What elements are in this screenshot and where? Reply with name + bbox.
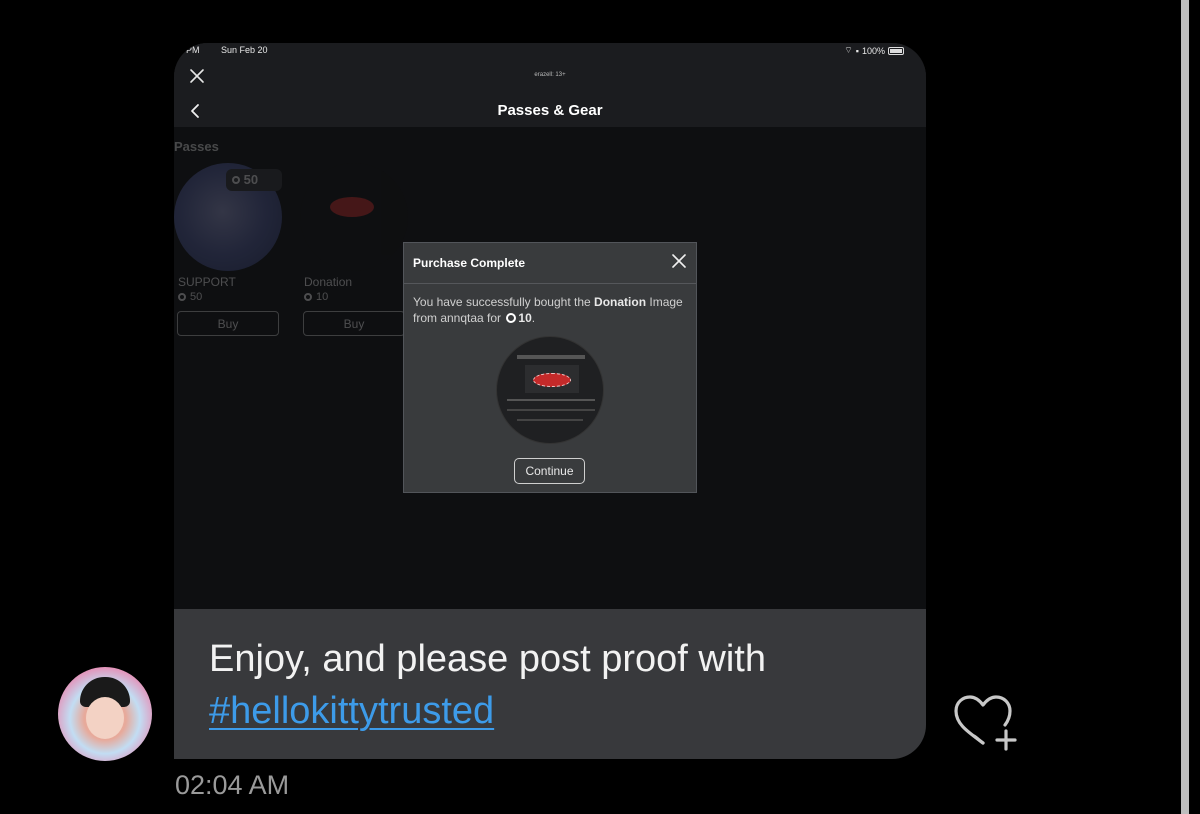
battery-label: 100% bbox=[861, 45, 885, 56]
account-label: erazell: 13+ bbox=[534, 72, 566, 78]
dialog-text: You have successfully bought the bbox=[413, 295, 591, 309]
dialog-text: . bbox=[531, 311, 536, 325]
continue-button[interactable]: Continue bbox=[514, 458, 585, 484]
page-title: Passes & Gear bbox=[497, 102, 603, 119]
heart-plus-icon[interactable] bbox=[950, 693, 1020, 755]
pass-price: 10 bbox=[304, 291, 328, 303]
robux-icon bbox=[304, 293, 312, 301]
item-thumbnail bbox=[496, 336, 604, 444]
pass-name: Donation bbox=[304, 275, 353, 289]
nav-bar: Passes & Gear bbox=[174, 95, 926, 127]
robux-icon bbox=[178, 293, 186, 301]
pass-price: 50 bbox=[178, 291, 202, 303]
price-chip: 50 bbox=[226, 169, 282, 191]
wifi-icon: ⌔ bbox=[844, 45, 853, 55]
price-chip-value: 50 bbox=[243, 172, 259, 187]
robux-icon bbox=[506, 313, 517, 323]
status-bar: PM Sun Feb 20 ⌔ ▪ 100% bbox=[174, 43, 926, 59]
item-name: Donation bbox=[594, 295, 647, 309]
scrollbar[interactable] bbox=[1181, 0, 1189, 814]
buy-button[interactable]: Buy bbox=[177, 311, 279, 336]
dialog-header: Purchase Complete bbox=[404, 243, 696, 284]
top-bar: erazell: 13+ bbox=[174, 59, 926, 96]
robux-icon bbox=[232, 176, 240, 184]
purchase-complete-dialog: Purchase Complete You have successfully … bbox=[403, 242, 697, 493]
purchase-amount: 10 bbox=[518, 311, 532, 325]
pass-price-value: 10 bbox=[316, 291, 329, 303]
message-timestamp: 02:04 AM bbox=[175, 770, 290, 800]
pass-name: SUPPORT bbox=[178, 275, 236, 289]
status-time: PM bbox=[186, 45, 200, 55]
pass-price-value: 50 bbox=[190, 291, 203, 303]
status-date: Sun Feb 20 bbox=[221, 45, 268, 55]
hashtag-link[interactable]: #hellokittytrusted bbox=[209, 690, 494, 732]
battery-icon bbox=[888, 46, 904, 55]
message-bubble: PM Sun Feb 20 ⌔ ▪ 100% erazell: 13+ Pass… bbox=[174, 43, 926, 759]
lock-icon: ▪ bbox=[855, 45, 859, 56]
message-body: Enjoy, and please post proof with bbox=[209, 638, 766, 680]
message-text: Enjoy, and please post proof with #hello… bbox=[209, 633, 899, 737]
close-icon[interactable] bbox=[672, 254, 686, 268]
status-icons: ⌔ ▪ 100% bbox=[844, 45, 904, 56]
buy-button[interactable]: Buy bbox=[303, 311, 405, 336]
avatar[interactable] bbox=[58, 667, 152, 761]
attached-screenshot[interactable]: PM Sun Feb 20 ⌔ ▪ 100% erazell: 13+ Pass… bbox=[174, 43, 926, 609]
section-title: Passes bbox=[174, 139, 219, 154]
pass-thumbnail-donation[interactable] bbox=[300, 163, 408, 271]
dialog-title: Purchase Complete bbox=[413, 256, 526, 270]
dialog-message: You have successfully bought the Donatio… bbox=[413, 294, 689, 326]
